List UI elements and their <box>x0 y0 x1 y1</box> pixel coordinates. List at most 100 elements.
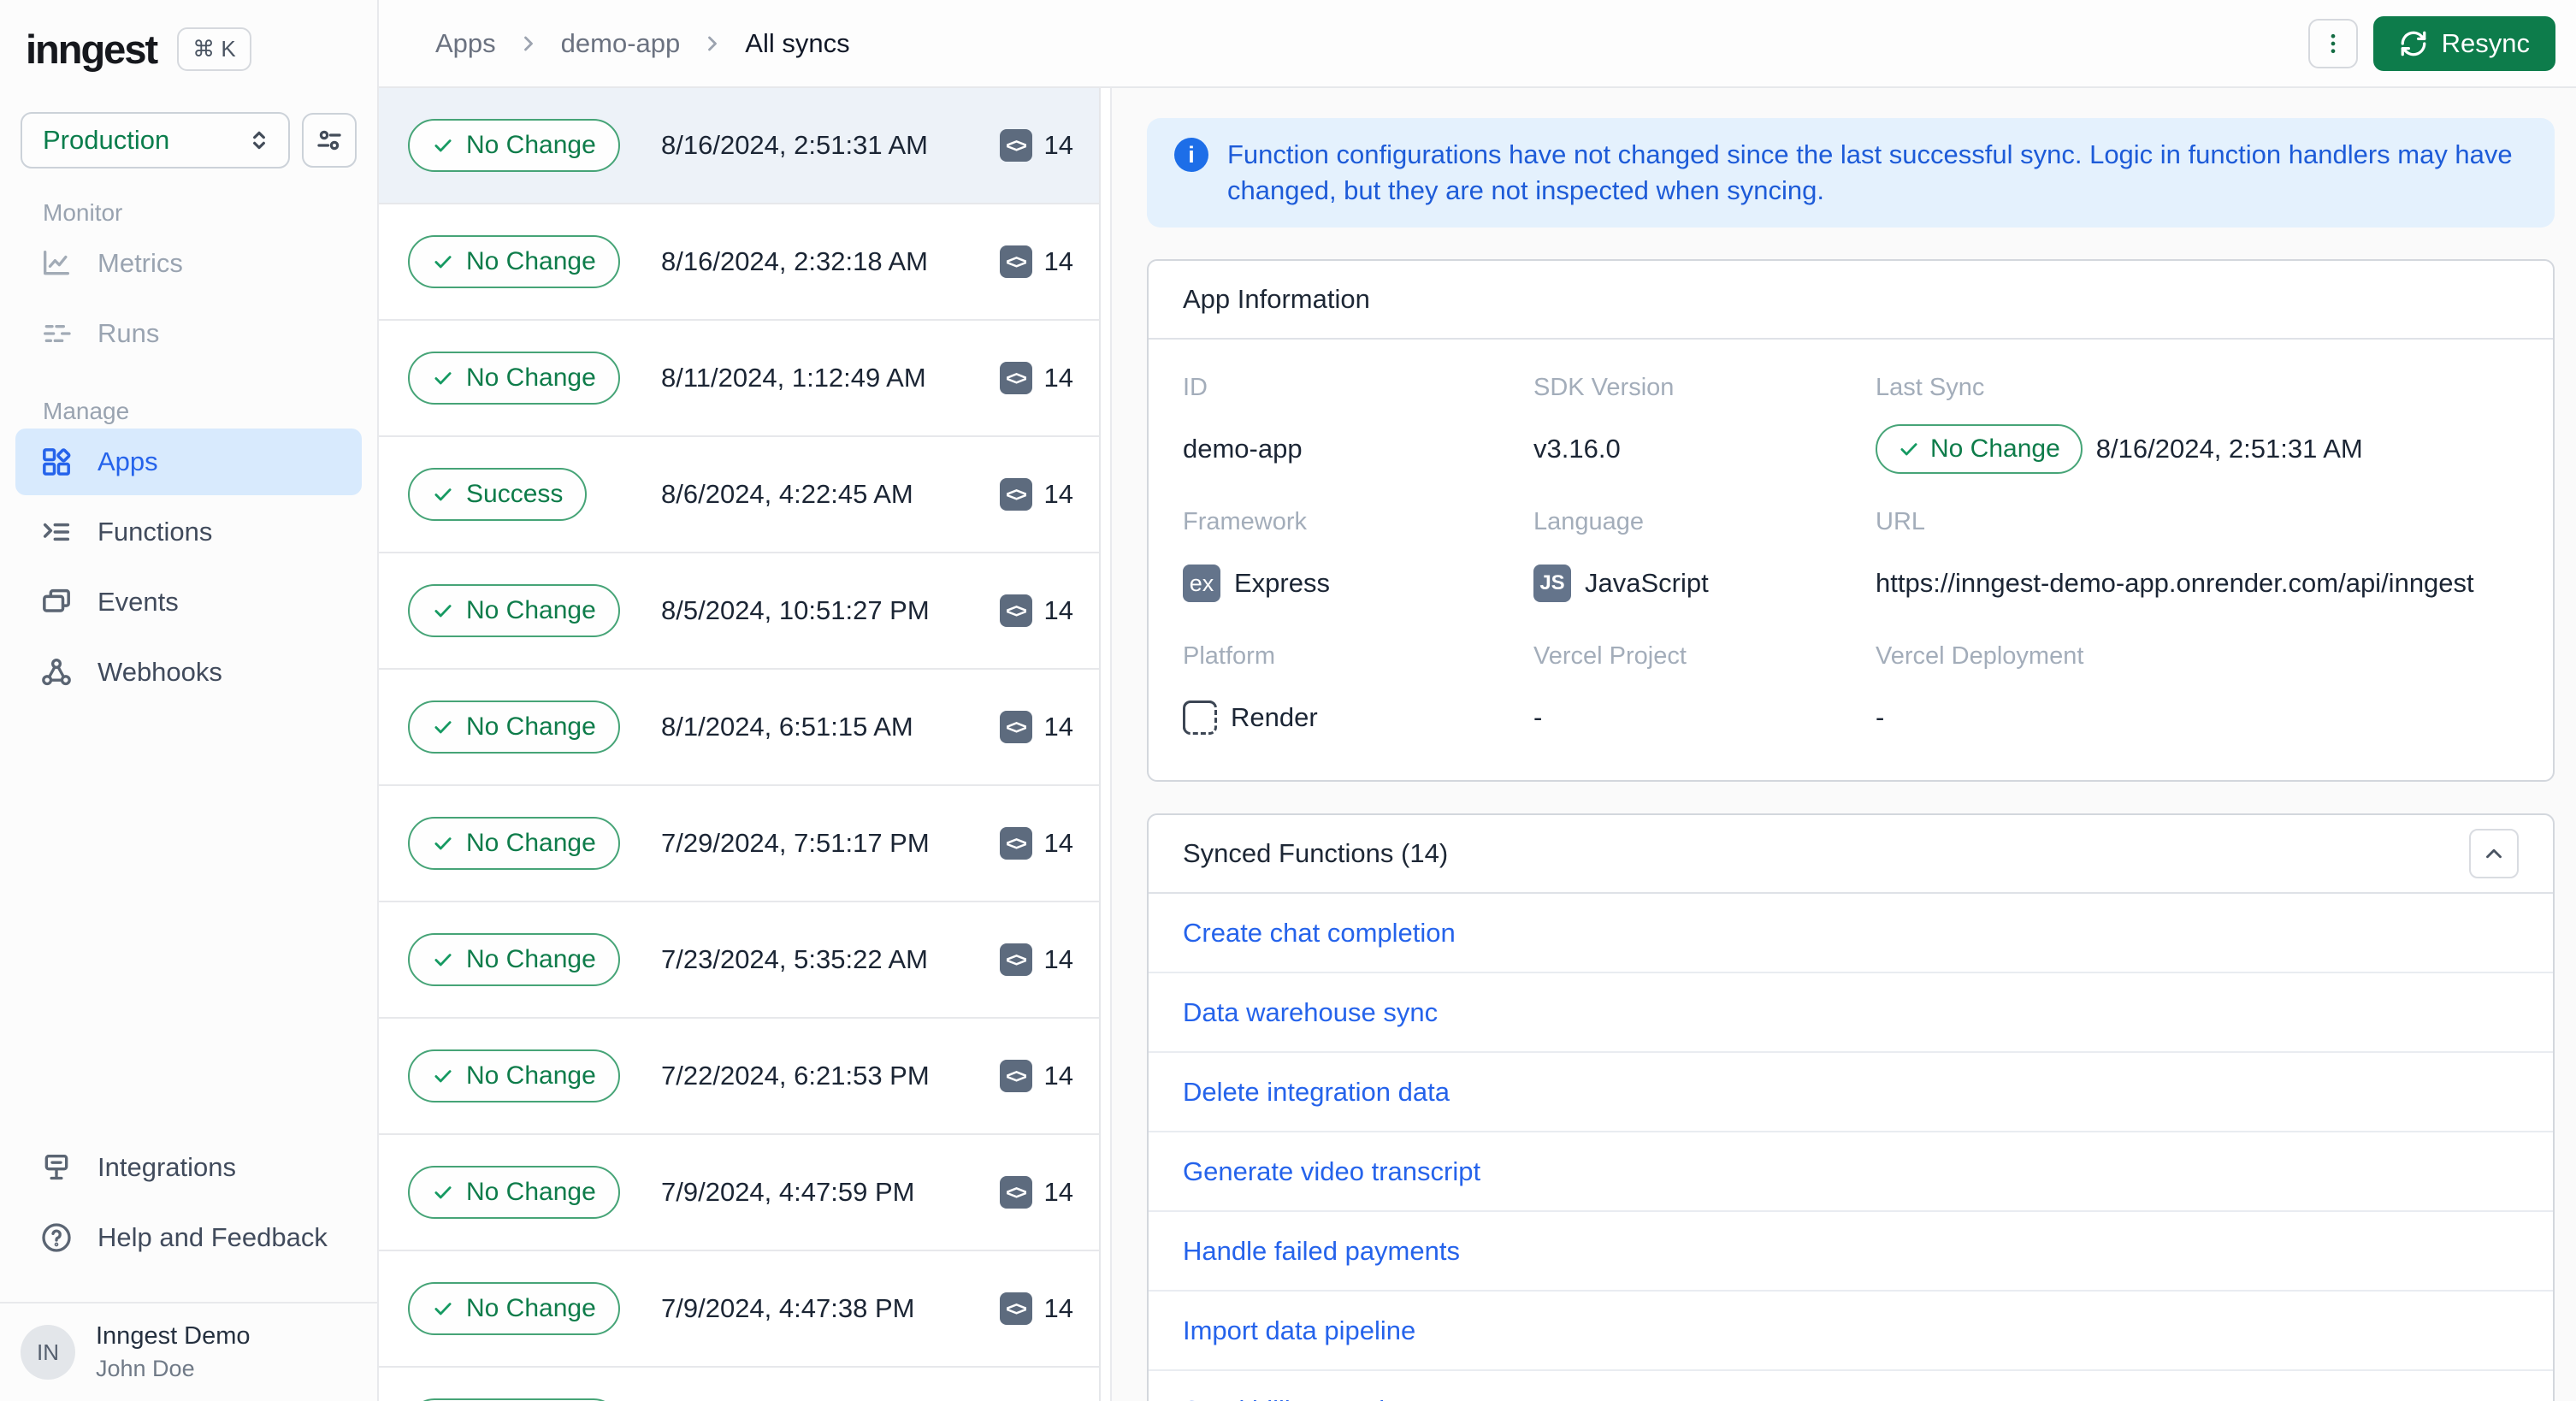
function-count: 14 <box>1043 712 1073 742</box>
sync-timestamp: 7/9/2024, 4:47:59 PM <box>661 1177 915 1207</box>
check-icon <box>434 139 452 152</box>
sidebar-item-webhooks[interactable]: Webhooks <box>15 639 362 706</box>
code-icon: <> <box>999 943 1032 976</box>
inngest-app: inngest ⌘ K Production Monitor Metrics R… <box>0 0 2576 1401</box>
function-count: 14 <box>1043 828 1073 858</box>
breadcrumb-apps[interactable]: Apps <box>435 28 496 59</box>
topbar: Apps demo-app All syncs Resync <box>379 0 2576 88</box>
inngest-logo: inngest <box>26 27 158 72</box>
function-row: Data warehouse sync <box>1149 973 2553 1053</box>
command-k-shortcut-badge[interactable]: ⌘ K <box>177 27 251 71</box>
sidebar-item-metrics[interactable]: Metrics <box>15 230 362 297</box>
sidebar-item-label: Webhooks <box>97 657 222 687</box>
sidebar-item-integrations[interactable]: Integrations <box>15 1134 362 1201</box>
field-sdk-version: SDK Version v3.16.0 <box>1533 374 1675 464</box>
sidebar-item-functions[interactable]: Functions <box>15 499 362 565</box>
code-icon: <> <box>999 362 1032 394</box>
sync-list-item[interactable]: No Change 7/22/2024, 6:21:53 PM <> 14 <box>379 1019 1099 1135</box>
check-icon <box>434 837 452 850</box>
sync-list-item[interactable]: No Change 7/29/2024, 7:51:17 PM <> 14 <box>379 786 1099 902</box>
function-count: 14 <box>1043 944 1073 974</box>
sync-status-badge: No Change <box>408 817 620 870</box>
info-banner-text: Function configurations have not changed… <box>1227 139 2513 205</box>
user-name: John Doe <box>96 1356 195 1381</box>
function-count: 14 <box>1043 1061 1073 1091</box>
field-language: Language JS JavaScript <box>1533 508 1876 608</box>
collapse-button[interactable] <box>2469 829 2519 878</box>
function-link[interactable]: Handle failed payments <box>1183 1236 1460 1267</box>
field-vercel-deployment: Vercel Deployment - <box>1876 642 2084 732</box>
sidebar-item-label: Metrics <box>97 248 183 278</box>
field-url: URL https://inngest-demo-app.onrender.co… <box>1876 508 2474 598</box>
user-menu[interactable]: IN Inngest Demo John Doe <box>0 1302 377 1401</box>
resync-button[interactable]: Resync <box>2372 15 2555 71</box>
sync-list-item[interactable]: No Change 7/23/2024, 5:35:22 AM <> 14 <box>379 902 1099 1019</box>
sync-status-badge: No Change <box>408 933 620 986</box>
function-link[interactable]: Generate video transcript <box>1183 1156 1480 1187</box>
check-icon <box>434 1186 452 1199</box>
app-information-header: App Information <box>1149 261 2553 340</box>
resync-label: Resync <box>2441 27 2530 58</box>
app-information-body: ID demo-app SDK Version v3.16.0 Last Syn… <box>1149 340 2553 780</box>
sync-timestamp: 8/16/2024, 2:51:31 AM <box>661 130 928 160</box>
card-title: Synced Functions (14) <box>1183 838 1449 868</box>
environment-settings-button[interactable] <box>302 113 357 168</box>
check-icon <box>434 488 452 501</box>
function-count: 14 <box>1043 479 1073 509</box>
sync-list: No Change 8/16/2024, 2:51:31 AM <> 14 No … <box>379 88 1101 1401</box>
breadcrumb: Apps demo-app All syncs <box>435 28 850 59</box>
integrations-icon <box>39 1150 74 1185</box>
sidebar-item-label: Events <box>97 587 179 617</box>
code-icon: <> <box>999 1176 1032 1209</box>
card-title: App Information <box>1183 284 1370 314</box>
environment-select[interactable]: Production <box>21 112 290 168</box>
chevron-right-icon <box>517 32 541 56</box>
sync-list-item[interactable]: No Change 8/1/2024, 6:51:15 AM <> 14 <box>379 670 1099 786</box>
more-options-button[interactable] <box>2307 18 2358 68</box>
sidebar-section-manage: Manage <box>43 398 130 424</box>
sync-list-item[interactable]: No Change 8/16/2024, 2:32:18 AM <> 14 <box>379 204 1099 321</box>
sync-timestamp: 7/29/2024, 7:51:17 PM <box>661 828 930 858</box>
sync-status-badge: No Change <box>408 584 620 637</box>
check-icon <box>434 1070 452 1083</box>
chevron-up-down-icon <box>245 127 273 154</box>
sidebar: inngest ⌘ K Production Monitor Metrics R… <box>0 0 379 1401</box>
function-link[interactable]: Data warehouse sync <box>1183 997 1438 1028</box>
sync-list-item[interactable]: No Change 8/16/2024, 2:51:31 AM <> 14 <box>379 88 1099 204</box>
function-link[interactable]: Create chat completion <box>1183 918 1456 949</box>
function-link[interactable]: Send billing receipt <box>1183 1395 1407 1401</box>
function-link[interactable]: Delete integration data <box>1183 1077 1450 1108</box>
topbar-actions: Resync <box>2307 15 2555 71</box>
pane-divider <box>1101 88 1112 1401</box>
sync-list-item[interactable]: No Change 7/9/2024, 4:47:59 PM <> 14 <box>379 1135 1099 1251</box>
sliders-icon <box>314 125 345 156</box>
function-count: 14 <box>1043 246 1073 276</box>
check-icon <box>434 954 452 967</box>
check-icon <box>1900 443 1917 456</box>
function-link[interactable]: Import data pipeline <box>1183 1315 1415 1346</box>
sync-list-item[interactable]: No Change 8/11/2024, 1:12:49 AM <> 14 <box>379 321 1099 437</box>
sidebar-item-runs[interactable]: Runs <box>15 300 362 367</box>
function-count: 14 <box>1043 1177 1073 1207</box>
function-count: 14 <box>1043 363 1073 393</box>
code-icon: <> <box>999 1292 1032 1325</box>
breadcrumb-demo-app[interactable]: demo-app <box>561 28 681 59</box>
breadcrumb-all-syncs: All syncs <box>745 27 850 58</box>
chevron-up-icon <box>2481 841 2507 866</box>
sidebar-item-events[interactable]: Events <box>15 569 362 635</box>
sync-list-item[interactable]: No Change 7/9/2024, 4:09:07 PM <>14 <box>379 1368 1099 1401</box>
sync-status-badge: No Change <box>408 1282 620 1335</box>
sync-timestamp: 8/5/2024, 10:51:27 PM <box>661 595 930 625</box>
app-information-card: App Information ID demo-app SDK Version … <box>1147 259 2555 782</box>
sync-list-item[interactable]: No Change 8/5/2024, 10:51:27 PM <> 14 <box>379 553 1099 670</box>
code-icon: <> <box>999 129 1032 162</box>
field-vercel-project: Vercel Project - <box>1533 642 1687 732</box>
function-row: Import data pipeline <box>1149 1292 2553 1371</box>
sidebar-item-help[interactable]: Help and Feedback <box>15 1204 362 1271</box>
sync-list-item[interactable]: No Change 7/9/2024, 4:47:38 PM <> 14 <box>379 1251 1099 1368</box>
sync-list-item[interactable]: Success 8/6/2024, 4:22:45 AM <> 14 <box>379 437 1099 553</box>
sidebar-item-apps[interactable]: Apps <box>15 429 362 495</box>
render-icon <box>1183 700 1217 735</box>
webhooks-icon <box>39 655 74 689</box>
